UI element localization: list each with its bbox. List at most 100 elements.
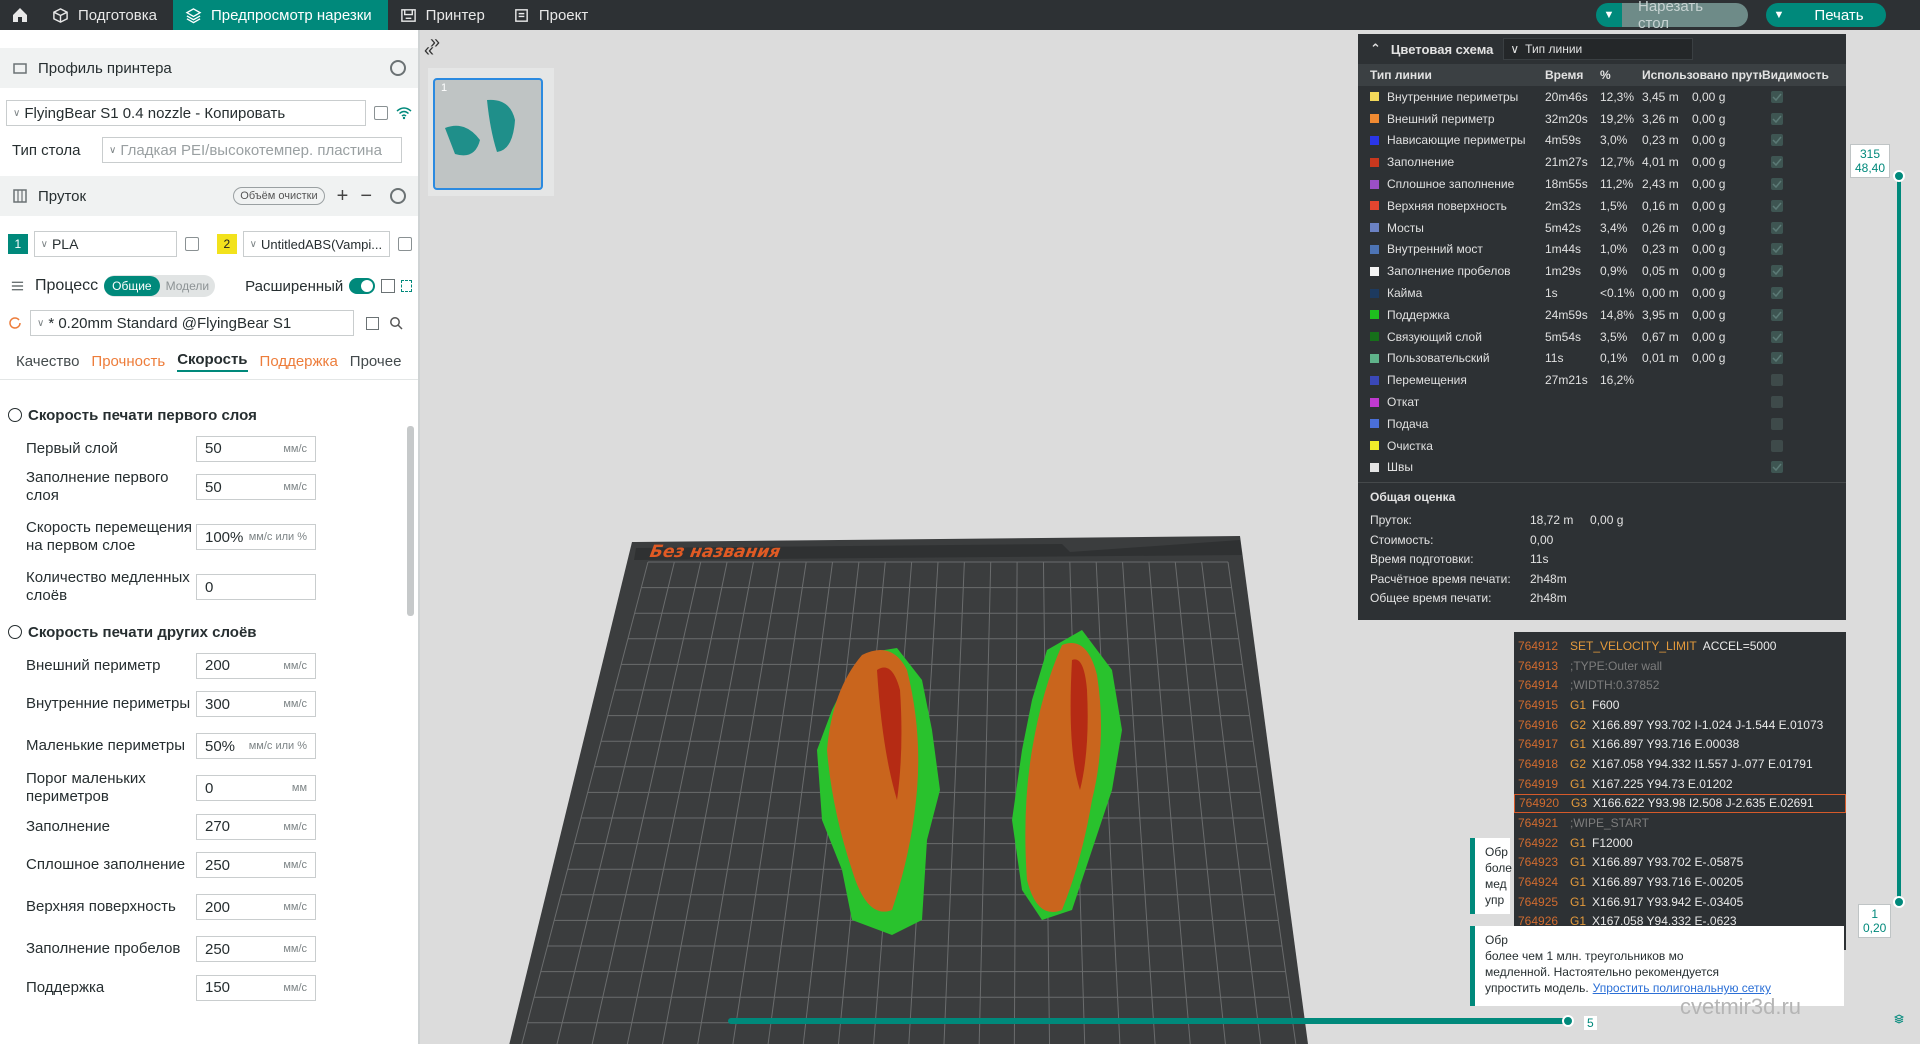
tab-quality[interactable]: Качество: [16, 353, 79, 370]
wifi-icon[interactable]: [396, 106, 412, 120]
process-profile-select[interactable]: ∨ * 0.20mm Standard @FlyingBear S1: [30, 310, 354, 336]
legend-row[interactable]: Нависающие периметры 4m59s 3,0% 0,23 m 0,00 …: [1358, 130, 1846, 152]
collapse-sidebar-icon[interactable]: «: [424, 40, 434, 61]
legend-row[interactable]: Поддержка 24m59s 14,8% 3,95 m 0,00 g: [1358, 304, 1846, 326]
param-input[interactable]: 250 мм/с: [196, 852, 316, 878]
filament-slot-1-select[interactable]: ∨ PLA: [33, 231, 178, 257]
move-slider[interactable]: [728, 1018, 1574, 1024]
tab-preview[interactable]: Предпросмотр нарезки: [172, 0, 388, 30]
param-input[interactable]: 200 мм/с: [196, 652, 316, 679]
legend-row[interactable]: Заполнение 21m27s 12,7% 4,01 m 0,00 g: [1358, 151, 1846, 173]
plate-thumbnail[interactable]: 1: [433, 78, 543, 190]
printer-profile-select[interactable]: ∨ FlyingBear S1 0.4 nozzle - Копировать: [6, 100, 366, 126]
simplify-mesh-link[interactable]: Упростить полигональную сетку: [1593, 981, 1771, 995]
param-value: 50: [205, 440, 222, 457]
edit-icon[interactable]: [374, 106, 388, 120]
print-button[interactable]: ▼ Печать: [1766, 3, 1886, 27]
visibility-checkbox[interactable]: [1762, 352, 1792, 365]
legend-row[interactable]: Внешний периметр 32m20s 19,2% 3,26 m 0,00 g: [1358, 108, 1846, 130]
purge-volume-button[interactable]: Объём очистки: [233, 187, 325, 205]
legend-row[interactable]: Очистка: [1358, 435, 1846, 457]
visibility-checkbox[interactable]: [1762, 199, 1792, 212]
legend-row[interactable]: Мосты 5m42s 3,4% 0,26 m 0,00 g: [1358, 217, 1846, 239]
legend-row[interactable]: Швы: [1358, 457, 1846, 479]
param-input[interactable]: 0: [196, 574, 316, 600]
legend-row[interactable]: Верхняя поверхность 2m32s 1,5% 0,16 m 0,00 g: [1358, 195, 1846, 217]
visibility-checkbox[interactable]: [1762, 439, 1792, 452]
layer-slider[interactable]: [1897, 176, 1901, 904]
tab-support[interactable]: Поддержка: [260, 353, 338, 370]
chevron-up-icon[interactable]: ⌃: [1370, 41, 1381, 57]
legend-row[interactable]: Откат: [1358, 391, 1846, 413]
visibility-checkbox[interactable]: [1762, 178, 1792, 191]
param-input[interactable]: 50 мм/с: [196, 435, 316, 462]
advanced-toggle[interactable]: [349, 278, 376, 294]
param-input[interactable]: 270 мм/с: [196, 813, 316, 840]
compare-icon[interactable]: [400, 280, 412, 292]
list-view-icon[interactable]: [381, 279, 395, 293]
scope-global-option[interactable]: Общие: [104, 276, 160, 296]
gear-icon[interactable]: [390, 60, 406, 76]
visibility-checkbox[interactable]: [1762, 396, 1792, 409]
chevron-down-icon[interactable]: ▼: [1596, 3, 1622, 27]
gear-icon[interactable]: [390, 188, 406, 204]
param-input[interactable]: 250 мм/с: [196, 936, 316, 962]
remove-filament-button[interactable]: −: [360, 185, 372, 208]
scrollbar-thumb[interactable]: [407, 426, 414, 616]
layer-bottom-handle[interactable]: [1893, 896, 1905, 908]
tab-project[interactable]: Проект: [501, 0, 604, 30]
legend-row[interactable]: Связующий слой 5m54s 3,5% 0,67 m 0,00 g: [1358, 326, 1846, 348]
param-input[interactable]: 300 мм/с: [196, 691, 316, 717]
visibility-checkbox[interactable]: [1762, 90, 1792, 103]
legend-row[interactable]: Сплошное заполнение 18m55s 11,2% 2,43 m 0,00…: [1358, 173, 1846, 195]
visibility-checkbox[interactable]: [1762, 156, 1792, 169]
tab-speed[interactable]: Скорость: [177, 351, 248, 372]
legend-row[interactable]: Перемещения 27m21s 16,2%: [1358, 369, 1846, 391]
param-input[interactable]: 50 мм/с: [196, 474, 316, 500]
visibility-checkbox[interactable]: [1762, 243, 1792, 256]
param-input[interactable]: 0 мм: [196, 775, 316, 801]
tab-printer[interactable]: Принтер: [388, 0, 501, 30]
filament-slot-2-select[interactable]: ∨ UntitledABS(Vampi...: [242, 231, 391, 257]
param-input[interactable]: 50% мм/с или %: [196, 733, 316, 759]
move-slider-handle[interactable]: [1562, 1015, 1574, 1027]
tab-strength[interactable]: Прочность: [91, 353, 165, 370]
legend-row[interactable]: Подача: [1358, 413, 1846, 435]
save-icon[interactable]: [366, 316, 379, 330]
add-filament-button[interactable]: +: [337, 185, 349, 208]
slice-plate-button[interactable]: ▼ Нарезать стол: [1596, 0, 1748, 32]
param-input[interactable]: 150 мм/с: [196, 974, 316, 1001]
visibility-checkbox[interactable]: [1762, 265, 1792, 278]
scope-objects-option[interactable]: Модели: [160, 276, 216, 296]
legend-row[interactable]: Заполнение пробелов 1m29s 0,9% 0,05 m 0,00 g: [1358, 260, 1846, 282]
visibility-checkbox[interactable]: [1762, 417, 1792, 430]
param-input[interactable]: 200 мм/с: [196, 894, 316, 920]
bed-type-select[interactable]: ∨ Гладкая PEI/высокотемпер. пластина: [102, 137, 402, 163]
visibility-checkbox[interactable]: [1762, 112, 1792, 125]
process-scope-toggle[interactable]: Общие Модели: [104, 275, 216, 297]
visibility-checkbox[interactable]: [1762, 330, 1792, 343]
layer-top-handle[interactable]: [1893, 170, 1905, 182]
chevron-down-icon[interactable]: ▼: [1766, 3, 1792, 27]
edit-icon[interactable]: [185, 237, 200, 251]
search-icon[interactable]: [389, 316, 403, 330]
params-scrollbar[interactable]: [405, 410, 415, 1044]
legend-row[interactable]: Внутренний мост 1m44s 1,0% 0,23 m 0,00 g: [1358, 239, 1846, 261]
reset-icon[interactable]: [8, 316, 22, 330]
legend-row[interactable]: Пользовательский 11s 0,1% 0,01 m 0,00 g: [1358, 348, 1846, 370]
param-input[interactable]: 100% мм/с или %: [196, 524, 316, 550]
home-button[interactable]: [0, 0, 40, 30]
layers-stack-icon[interactable]: [1894, 1014, 1904, 1024]
visibility-checkbox[interactable]: [1762, 308, 1792, 321]
visibility-checkbox[interactable]: [1762, 461, 1792, 474]
visibility-checkbox[interactable]: [1762, 287, 1792, 300]
visibility-checkbox[interactable]: [1762, 374, 1792, 387]
color-scheme-select[interactable]: ∨ Тип линии: [1503, 38, 1694, 60]
edit-icon[interactable]: [398, 237, 412, 251]
visibility-checkbox[interactable]: [1762, 221, 1792, 234]
visibility-checkbox[interactable]: [1762, 134, 1792, 147]
tab-prepare[interactable]: Подготовка: [40, 0, 173, 30]
tab-others[interactable]: Прочее: [350, 353, 402, 370]
legend-row[interactable]: Кайма 1s <0.1% 0,00 m 0,00 g: [1358, 282, 1846, 304]
legend-row[interactable]: Внутренние периметры 20m46s 12,3% 3,45 m 0,0…: [1358, 86, 1846, 108]
